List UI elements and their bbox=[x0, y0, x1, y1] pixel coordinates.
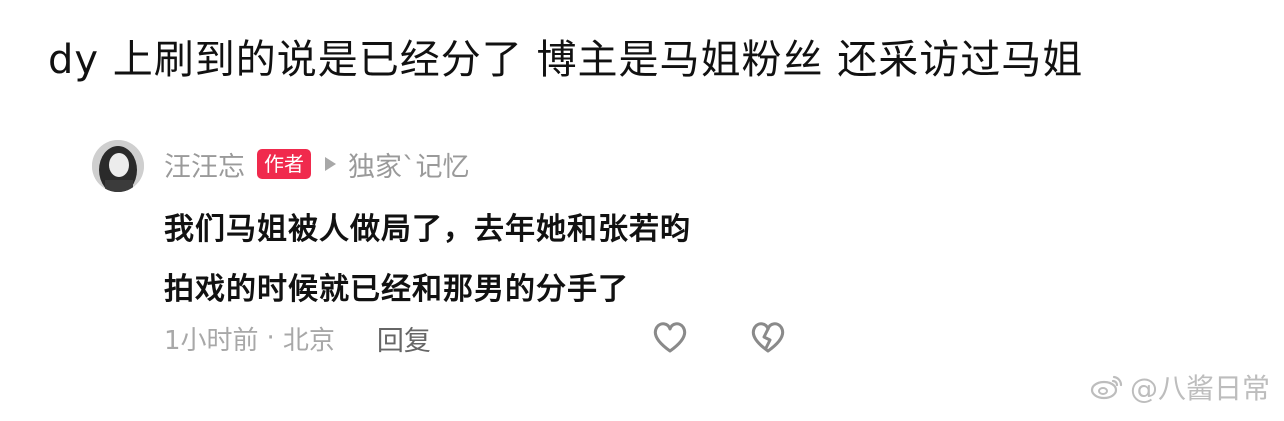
comment-time: 1小时前 bbox=[164, 325, 259, 356]
comment-author-row: 汪汪忘 作者 独家`记忆 bbox=[164, 144, 470, 184]
avatar-image bbox=[92, 140, 144, 192]
author-badge: 作者 bbox=[257, 149, 311, 179]
watermark: @八酱日常 bbox=[1090, 367, 1270, 407]
comment-meta-row: 1小时前 · 北京 回复 bbox=[164, 318, 431, 358]
watermark-text: @八酱日常 bbox=[1129, 372, 1270, 405]
comment-text-line: 我们马姐被人做局了，去年她和张若昀 bbox=[164, 212, 691, 247]
avatar[interactable] bbox=[92, 140, 144, 192]
play-triangle-icon bbox=[325, 157, 336, 171]
comment-text-line: 拍戏的时候就已经和那男的分手了 bbox=[164, 272, 629, 307]
reply-to-name[interactable]: 独家`记忆 bbox=[348, 145, 470, 184]
comment-location: 北京 bbox=[282, 325, 335, 356]
meta-separator: · bbox=[266, 323, 275, 353]
comment-text: 我们马姐被人做局了，去年她和张若昀 拍戏的时候就已经和那男的分手了 bbox=[164, 200, 691, 320]
post-caption: dy 上刷到的说是已经分了 博主是马姐粉丝 还采访过马姐 bbox=[48, 37, 1084, 83]
comment-card: 汪汪忘 作者 独家`记忆 我们马姐被人做局了，去年她和张若昀 拍戏的时候就已经和… bbox=[70, 118, 830, 388]
heart-outline-icon[interactable] bbox=[650, 317, 690, 357]
weibo-logo-icon bbox=[1090, 375, 1123, 400]
author-name[interactable]: 汪汪忘 bbox=[164, 145, 245, 184]
broken-heart-icon[interactable] bbox=[748, 317, 788, 357]
reply-button[interactable]: 回复 bbox=[377, 319, 431, 358]
